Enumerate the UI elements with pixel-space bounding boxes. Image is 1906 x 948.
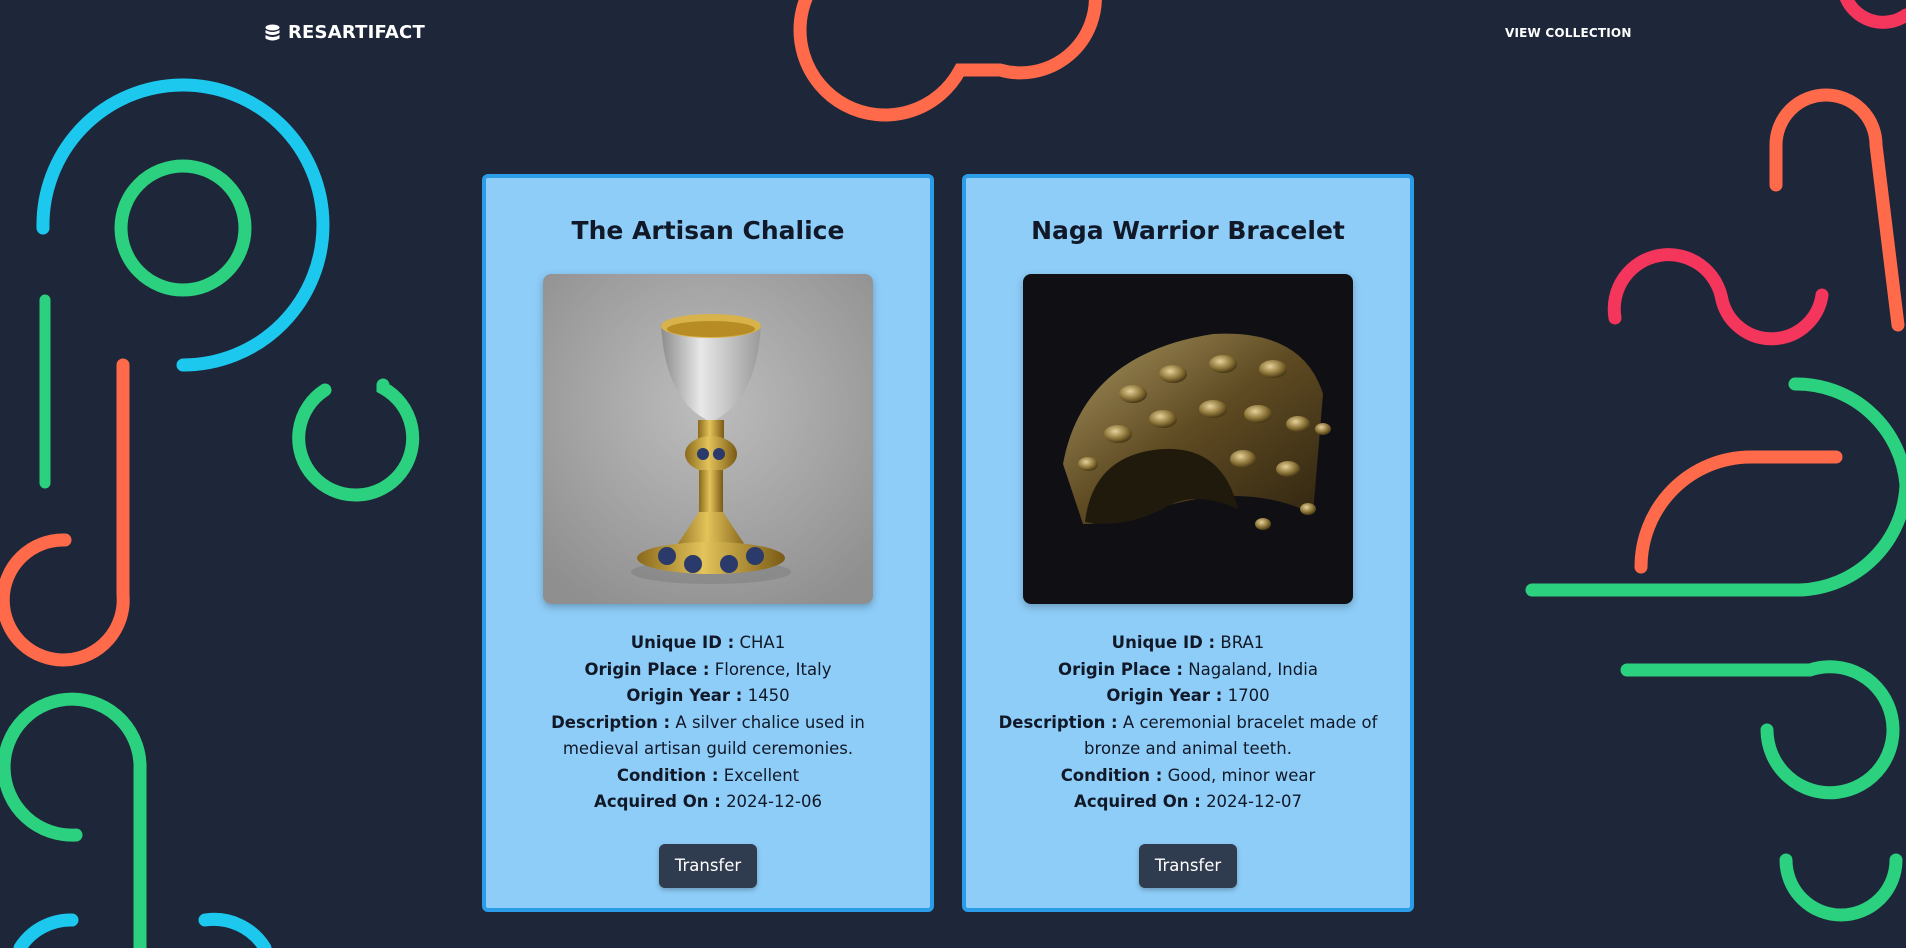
condition-value: Excellent (723, 765, 800, 785)
artifact-details: Unique ID : BRA1 Origin Place : Nagaland… (993, 630, 1383, 816)
deco-orange-hook-right (1769, 88, 1905, 332)
deco-orange-arc-right (1634, 450, 1843, 574)
origin-year-value: 1450 (747, 686, 790, 705)
chalice-image (543, 274, 873, 604)
view-collection-link[interactable]: VIEW COLLECTION (1505, 26, 1632, 40)
brand-name: RESARTIFACT (288, 22, 425, 43)
artifact-title: The Artisan Chalice (571, 216, 845, 245)
artifact-card: The Artisan Chalice Unique ID: CHA1 Ori… (482, 174, 934, 912)
acquired-on-row: Acquired On : 2024-12-06 (594, 792, 822, 811)
deco-cyan-big-arc (36, 78, 330, 372)
acquired-on-value: 2024-12-07 (1206, 792, 1302, 811)
condition-value: Good, minor wear (1167, 765, 1316, 785)
deco-green-ring (114, 159, 252, 297)
condition-row: Condition : Excellent (616, 765, 800, 785)
deco-red-s-right (1607, 248, 1829, 346)
navbar: RESARTIFACT VIEW COLLECTION (0, 0, 1906, 70)
acquired-on-row: Acquired On : 2024-12-07 (1074, 792, 1302, 811)
description-row: Description : A ceremonial bracelet made… (998, 712, 1378, 759)
artifact-card: Naga Warrior Bracelet Unique ID: BRA1 O… (962, 174, 1414, 912)
deco-orange-j-left (0, 358, 130, 667)
unique-id-row: Unique ID : BRA1 (1111, 633, 1265, 652)
deco-green-arc-bottom-left (0, 692, 147, 948)
origin-place-value: Nagaland, India (1188, 659, 1318, 679)
unique-id-row: Unique ID : CHA1 (630, 633, 786, 652)
artifact-title: Naga Warrior Bracelet (1031, 216, 1345, 245)
deco-cyan-arc-bottom-left (13, 913, 79, 948)
origin-place-value: Florence, Italy (714, 659, 832, 679)
unique-id-value: CHA1 (739, 633, 786, 652)
condition-row: Condition : Good, minor wear (1060, 765, 1316, 785)
origin-place-row: Origin Place : Florence, Italy (584, 659, 832, 679)
deco-green-arc-right (1525, 377, 1906, 597)
origin-year-row: Origin Year : 1700 (1106, 686, 1270, 705)
artifact-card-list: The Artisan Chalice Unique ID: CHA1 Ori… (482, 174, 1414, 912)
artifact-image (1023, 274, 1353, 604)
unique-id-value: BRA1 (1220, 633, 1265, 652)
artifact-details: Unique ID : CHA1 Origin Place : Florence… (513, 630, 903, 816)
description-row: Description : A silver chalice used in m… (551, 712, 865, 759)
origin-year-row: Origin Year : 1450 (626, 686, 790, 705)
description-value: A ceremonial bracelet made of bronze and… (1084, 712, 1378, 759)
origin-year-value: 1700 (1227, 686, 1270, 705)
bracelet-image (1023, 274, 1353, 604)
database-icon (265, 24, 280, 42)
acquired-on-value: 2024-12-06 (726, 792, 822, 811)
artifact-image (543, 274, 873, 604)
deco-green-u-small (292, 378, 420, 502)
deco-green-j-right (1620, 660, 1900, 800)
deco-green-u-bottom-right (1779, 853, 1903, 922)
transfer-button[interactable]: Transfer (658, 843, 758, 888)
transfer-button[interactable]: Transfer (1138, 843, 1238, 888)
origin-place-row: Origin Place : Nagaland, India (1058, 659, 1318, 679)
deco-cyan-arc-bottom-left-2 (198, 912, 272, 948)
brand-logo[interactable]: RESARTIFACT (265, 22, 425, 43)
